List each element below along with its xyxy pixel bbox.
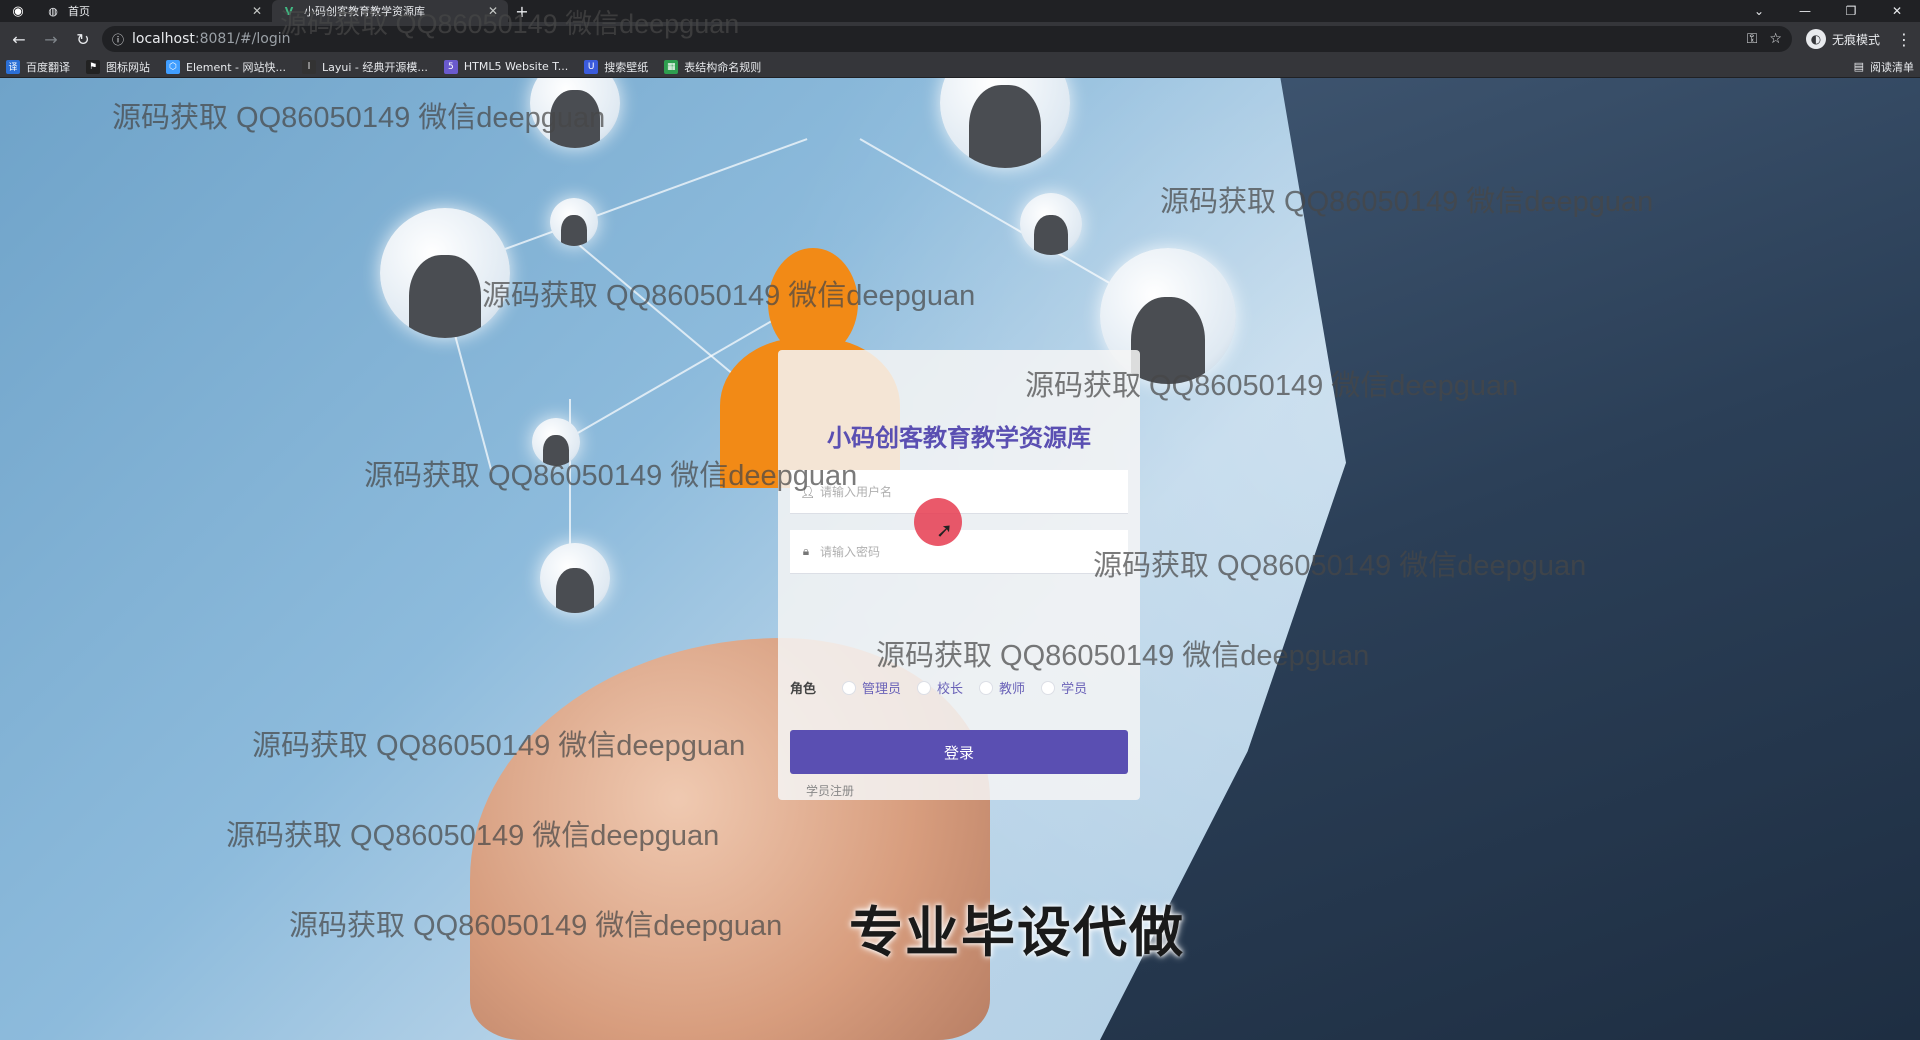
browser-menu-icon[interactable]: ◉ — [0, 0, 36, 22]
bookmark-item[interactable]: l Layui - 经典开源模... — [302, 59, 428, 75]
tab-title: 小码创客教育教学资源库 — [304, 5, 425, 18]
login-button[interactable]: 登录 — [790, 730, 1128, 774]
suit-illustration — [1100, 78, 1920, 1040]
reading-list[interactable]: ▤ 阅读清单 — [1854, 59, 1914, 75]
globe-icon: ◍ — [48, 4, 58, 18]
radio-circle[interactable] — [1041, 680, 1056, 695]
more-menu-icon[interactable]: ⋮ — [1894, 30, 1914, 49]
close-icon[interactable]: ✕ — [252, 4, 262, 18]
vue-icon: V — [284, 4, 294, 18]
radio-circle[interactable] — [842, 680, 857, 695]
password-input[interactable] — [820, 544, 1118, 559]
bookmark-item[interactable]: ⚑ 图标网站 — [86, 59, 150, 75]
table-icon: ▦ — [664, 59, 679, 74]
bookmark-item[interactable]: ⬡ Element - 网站快... — [166, 59, 286, 75]
role-option-label: 管理员 — [862, 682, 902, 697]
role-option-label: 教师 — [999, 682, 1026, 697]
close-window-icon[interactable]: ✕ — [1874, 0, 1920, 22]
person-node — [530, 78, 620, 148]
role-radio-teacher[interactable]: 教师 — [979, 678, 1025, 697]
bookmark-label: 表结构命名规则 — [684, 60, 762, 74]
bookmarks-bar: 译 百度翻译 ⚑ 图标网站 ⬡ Element - 网站快... l Layui… — [0, 56, 1920, 78]
password-field: 🔒︎ — [790, 530, 1128, 574]
incognito-icon: ◐ — [1805, 29, 1826, 49]
tab-home[interactable]: ◍ 首页 ✕ — [36, 0, 272, 22]
incognito-label: 无痕模式 — [1831, 32, 1880, 47]
address-bar[interactable]: ⓘ localhost:8081/#/login ⚿ ☆ — [102, 26, 1792, 52]
person-node — [1020, 193, 1082, 255]
page-viewport: 小码创客教育教学资源库 👤︎ 🔒︎ 角色 管理员 校长 教师 — [0, 78, 1920, 1040]
role-option-label: 学员 — [1061, 682, 1088, 697]
person-node — [540, 543, 610, 613]
bookmark-label: 百度翻译 — [26, 60, 70, 74]
radio-circle[interactable] — [979, 680, 994, 695]
bookmark-item[interactable]: U 搜索壁纸 — [584, 59, 648, 75]
bookmark-label: 图标网站 — [106, 60, 150, 74]
key-icon[interactable]: ⚿ — [1747, 31, 1758, 47]
tab-title: 首页 — [68, 5, 90, 18]
video-caption: 专业毕设代做 — [849, 901, 1185, 964]
reload-button[interactable]: ↻ — [70, 26, 96, 52]
translate-icon: 译 — [6, 59, 20, 74]
role-label: 角色 — [790, 682, 817, 697]
tab-search-icon[interactable]: ⌄ — [1736, 0, 1782, 22]
window-controls: ⌄ — ❐ ✕ — [1736, 0, 1920, 22]
role-radio-admin[interactable]: 管理员 — [842, 678, 901, 697]
radio-circle[interactable] — [917, 680, 932, 695]
person-node — [532, 418, 580, 466]
new-tab-button[interactable]: + — [508, 0, 536, 22]
element-icon: ⬡ — [166, 59, 180, 74]
url-path: :8081/#/login — [194, 31, 291, 47]
person-node — [550, 198, 598, 246]
bookmark-label: Layui - 经典开源模... — [322, 60, 428, 74]
url-host: localhost — [132, 31, 195, 47]
role-selector: 角色 管理员 校长 教师 学员 — [790, 678, 1087, 697]
role-option-label: 校长 — [937, 682, 964, 697]
bookmark-label: HTML5 Website T... — [463, 60, 569, 73]
person-node — [940, 78, 1070, 168]
info-icon[interactable]: ⓘ — [112, 31, 124, 48]
bookmark-label: Element - 网站快... — [186, 60, 286, 74]
person-node — [380, 208, 510, 338]
username-input[interactable] — [820, 484, 1118, 499]
layui-icon: l — [302, 59, 316, 74]
address-bar-row: ← → ↻ ⓘ localhost:8081/#/login ⚿ ☆ ◐ 无痕模… — [0, 22, 1920, 56]
flag-icon: ⚑ — [86, 59, 100, 74]
forward-button[interactable]: → — [38, 26, 64, 52]
bookmark-item[interactable]: 5 HTML5 Website T... — [443, 59, 569, 74]
role-radio-principal[interactable]: 校长 — [917, 678, 963, 697]
bookmark-item[interactable]: 译 百度翻译 — [6, 59, 70, 75]
bookmark-label: 搜索壁纸 — [604, 60, 649, 74]
bookmark-star-icon[interactable]: ☆ — [1769, 31, 1782, 47]
bookmark-item[interactable]: ▦ 表结构命名规则 — [664, 59, 761, 75]
role-radio-student[interactable]: 学员 — [1041, 678, 1087, 697]
reading-list-icon: ▤ — [1853, 60, 1864, 73]
reading-list-label: 阅读清单 — [1870, 60, 1914, 74]
username-field: 👤︎ — [790, 470, 1128, 514]
lock-icon: 🔒︎ — [802, 544, 810, 558]
close-icon[interactable]: ✕ — [488, 4, 498, 18]
wallpaper-icon: U — [584, 59, 599, 74]
login-card: 小码创客教育教学资源库 👤︎ 🔒︎ 角色 管理员 校长 教师 — [778, 350, 1140, 800]
mouse-cursor-icon: ➚ — [936, 518, 953, 542]
incognito-indicator[interactable]: ◐ 无痕模式 — [1798, 29, 1888, 49]
login-title: 小码创客教育教学资源库 — [827, 424, 1091, 452]
tab-login[interactable]: V 小码创客教育教学资源库 ✕ — [272, 0, 508, 22]
browser-tabstrip: ◉ ◍ 首页 ✕ V 小码创客教育教学资源库 ✕ + ⌄ — ❐ ✕ — [0, 0, 1920, 22]
back-button[interactable]: ← — [6, 26, 32, 52]
student-register-link[interactable]: 学员注册 — [806, 782, 854, 799]
minimize-icon[interactable]: — — [1782, 0, 1828, 22]
user-icon: 👤︎ — [800, 484, 816, 499]
html5-icon: 5 — [443, 59, 458, 74]
restore-icon[interactable]: ❐ — [1828, 0, 1874, 22]
